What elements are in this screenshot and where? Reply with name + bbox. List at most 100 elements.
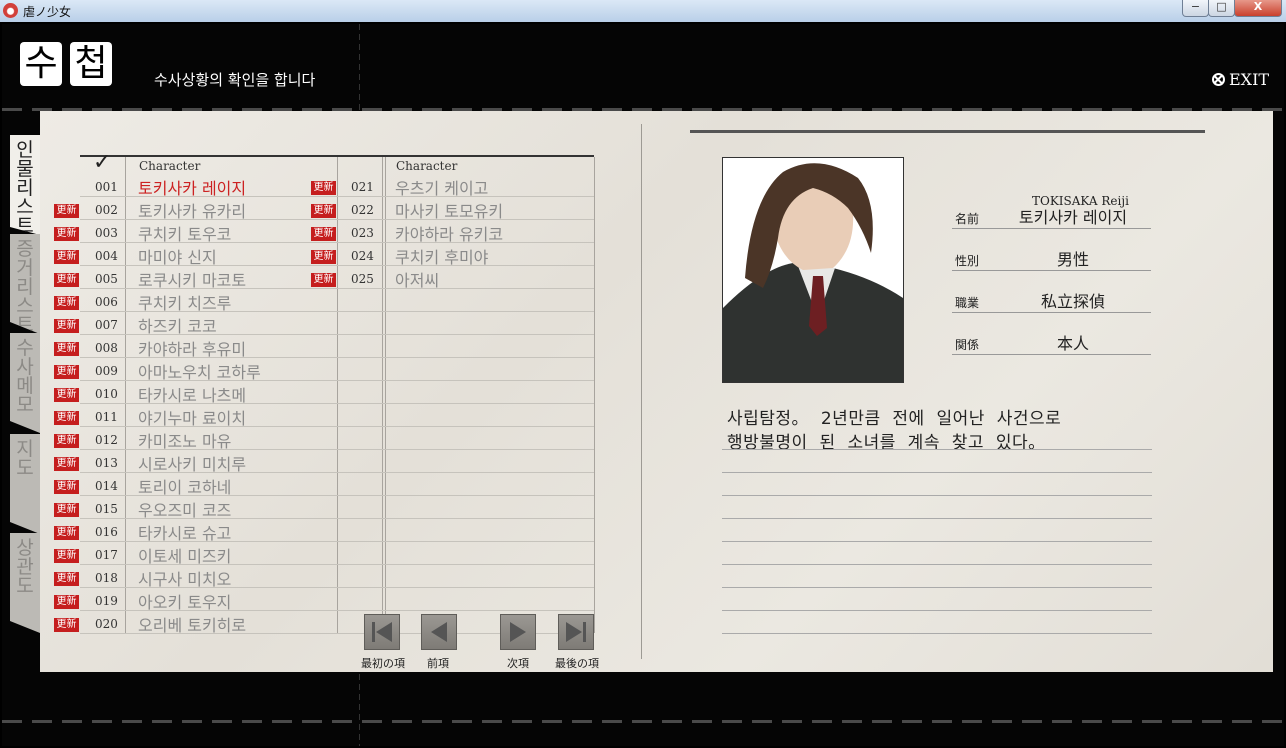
update-badge: 更新: [54, 618, 79, 632]
tab-investigation-memo[interactable]: 수사메모: [10, 333, 40, 433]
next-page-label: 次項: [507, 657, 529, 670]
close-window-button[interactable]: X: [1234, 0, 1282, 17]
exit-label: EXIT: [1229, 70, 1270, 89]
empty-row: [337, 357, 594, 381]
tab-evidence-list[interactable]: 증거리스트: [10, 234, 40, 334]
empty-row: [337, 541, 594, 565]
list-item-number: 020: [95, 617, 118, 631]
update-badge: 更新: [54, 434, 79, 448]
empty-row: [337, 587, 594, 611]
empty-row: [337, 495, 594, 519]
empty-row: [337, 518, 594, 542]
empty-row: [337, 311, 594, 335]
column-header-left: Character: [139, 159, 201, 173]
table-col-rule: [594, 157, 595, 633]
first-page-icon: [372, 622, 392, 642]
field-underline: [952, 270, 1151, 271]
profile-field-value: 토키사카 레이지: [1018, 208, 1128, 227]
update-badge: 更新: [311, 250, 336, 264]
list-item-number: 017: [95, 548, 118, 562]
list-item-number: 005: [95, 272, 118, 286]
list-item-number: 013: [95, 456, 118, 470]
list-item-number: 023: [351, 226, 374, 240]
ruled-line: [722, 495, 1152, 496]
update-badge: 更新: [54, 457, 79, 471]
first-page-button[interactable]: [364, 614, 400, 650]
tab-character-list[interactable]: 인물리스트: [10, 135, 40, 235]
prev-page-icon: [431, 622, 447, 642]
selected-check-icon: ✓: [93, 150, 112, 175]
ruled-line: [722, 518, 1152, 519]
page-subtitle: 수사상황의 확인을 합니다: [154, 71, 316, 89]
last-page-button[interactable]: [558, 614, 594, 650]
ruled-line: [722, 633, 1152, 634]
window-title: 虐ノ少女: [23, 5, 72, 19]
next-page-icon: [510, 622, 526, 642]
character-portrait: [722, 157, 904, 383]
exit-button[interactable]: EXIT: [1212, 70, 1269, 89]
field-underline: [952, 312, 1151, 313]
update-badge: 更新: [54, 250, 79, 264]
update-badge: 更新: [311, 181, 336, 195]
update-badge: 更新: [54, 411, 79, 425]
empty-row: [337, 564, 594, 588]
next-page-button[interactable]: [500, 614, 536, 650]
title-char-1: 수: [20, 42, 62, 86]
list-item-number: 015: [95, 502, 118, 516]
update-badge: 更新: [54, 388, 79, 402]
close-circle-icon: [1212, 73, 1225, 86]
profile-field-label: 性別: [955, 254, 980, 268]
footer-divider: [2, 720, 1284, 723]
update-badge: 更新: [54, 526, 79, 540]
column-header-right: Character: [396, 159, 458, 173]
minimize-button[interactable]: −: [1182, 0, 1209, 17]
window-titlebar: 虐ノ少女 − □ X: [0, 0, 1286, 22]
update-badge: 更新: [54, 480, 79, 494]
update-badge: 更新: [54, 319, 79, 333]
ruled-line: [722, 449, 1152, 450]
empty-row: [337, 380, 594, 404]
list-item-number: 024: [351, 249, 374, 263]
list-item-number: 010: [95, 387, 118, 401]
list-item-number: 002: [95, 203, 118, 217]
update-badge: 更新: [54, 365, 79, 379]
prev-page-button[interactable]: [421, 614, 457, 650]
update-badge: 更新: [54, 572, 79, 586]
list-item-number: 022: [351, 203, 374, 217]
ruled-line: [722, 472, 1152, 473]
profile-field-label: 名前: [955, 212, 980, 226]
update-badge: 更新: [54, 296, 79, 310]
ruled-line: [722, 610, 1152, 611]
update-badge: 更新: [54, 227, 79, 241]
empty-row: [337, 288, 594, 312]
last-page-icon: [566, 622, 586, 642]
list-item-number: 004: [95, 249, 118, 263]
field-underline: [952, 228, 1151, 229]
tab-map[interactable]: 지도: [10, 434, 40, 534]
update-badge: 更新: [54, 273, 79, 287]
empty-row: [337, 403, 594, 427]
list-item-name[interactable]: 오리베 토키히로: [138, 612, 246, 636]
list-item-number: 025: [351, 272, 374, 286]
list-item[interactable]: [337, 265, 594, 289]
update-badge: 更新: [311, 227, 336, 241]
list-item-number: 007: [95, 318, 118, 332]
app-icon: [3, 3, 18, 18]
list-item-number: 006: [95, 295, 118, 309]
update-badge: 更新: [54, 549, 79, 563]
empty-row: [337, 426, 594, 450]
list-item-number: 016: [95, 525, 118, 539]
list-item-number: 019: [95, 594, 118, 608]
profile-field-label: 関係: [955, 338, 980, 352]
prev-page-label: 前項: [427, 657, 449, 670]
list-item-number: 018: [95, 571, 118, 585]
maximize-button[interactable]: □: [1208, 0, 1235, 17]
list-item-number: 001: [95, 180, 118, 194]
list-item-number: 008: [95, 341, 118, 355]
empty-row: [337, 449, 594, 473]
ruled-line: [722, 587, 1152, 588]
tab-relationship-chart[interactable]: 상관도: [10, 533, 40, 633]
profile-field-value: 本人: [1056, 334, 1089, 353]
profile-field-label: 職業: [955, 296, 980, 310]
update-badge: 更新: [54, 595, 79, 609]
